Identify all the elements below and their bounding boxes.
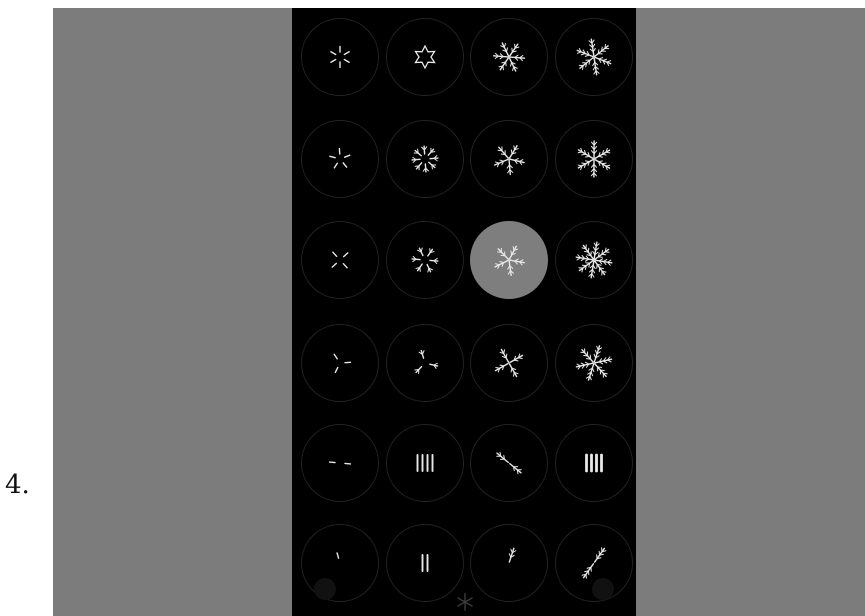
- pattern-button-14[interactable]: [386, 324, 464, 402]
- snowflake-glyph-icon: [575, 241, 613, 279]
- pattern-button-23[interactable]: [470, 524, 548, 602]
- pattern-button-5[interactable]: [301, 120, 379, 198]
- snowflake-glyph-icon: [581, 547, 607, 579]
- snowflake-glyph-icon: [411, 145, 439, 173]
- pattern-button-18[interactable]: [386, 424, 464, 502]
- snowflake-glyph-icon: [414, 349, 439, 375]
- snowflake-glyph-icon: [331, 251, 349, 269]
- phone-screen: [292, 8, 636, 616]
- snowflake-glyph-icon: [494, 145, 525, 176]
- pattern-button-11[interactable]: [470, 221, 548, 299]
- pattern-button-15[interactable]: [470, 324, 548, 402]
- snowflake-icon[interactable]: [456, 593, 474, 611]
- corner-button-left[interactable]: [314, 578, 336, 600]
- snowflake-glyph-icon: [575, 345, 613, 381]
- snowflake-glyph-icon: [585, 453, 603, 473]
- snowflake-glyph-icon: [329, 147, 351, 169]
- pattern-button-8[interactable]: [555, 120, 633, 198]
- snowflake-glyph-icon: [328, 461, 352, 465]
- pattern-button-4[interactable]: [555, 18, 633, 96]
- snowflake-glyph-icon: [577, 140, 611, 178]
- snowflake-glyph-icon: [421, 554, 429, 572]
- corner-button-right[interactable]: [592, 578, 614, 600]
- pattern-button-21[interactable]: [301, 524, 379, 602]
- snowflake-glyph-icon: [333, 353, 352, 374]
- snowflake-glyph-icon: [576, 38, 612, 76]
- pattern-button-13[interactable]: [301, 324, 379, 402]
- pattern-button-22[interactable]: [386, 524, 464, 602]
- pattern-button-19[interactable]: [470, 424, 548, 502]
- pattern-button-1[interactable]: [301, 18, 379, 96]
- snowflake-glyph-icon: [492, 42, 526, 72]
- step-number: 4.: [5, 470, 30, 500]
- snowflake-glyph-icon: [411, 247, 439, 273]
- pattern-button-16[interactable]: [555, 324, 633, 402]
- pattern-button-6[interactable]: [386, 120, 464, 198]
- pattern-button-7[interactable]: [470, 120, 548, 198]
- pattern-button-3[interactable]: [470, 18, 548, 96]
- pattern-button-10[interactable]: [386, 221, 464, 299]
- snowflake-glyph-icon: [494, 348, 524, 378]
- pattern-button-12[interactable]: [555, 221, 633, 299]
- snowflake-glyph-icon: [416, 454, 434, 472]
- snowflake-glyph-icon: [508, 547, 517, 563]
- snowflake-glyph-icon: [494, 245, 525, 277]
- pattern-button-17[interactable]: [301, 424, 379, 502]
- pattern-button-2[interactable]: [386, 18, 464, 96]
- snowflake-glyph-icon: [414, 44, 436, 70]
- snowflake-glyph-icon: [330, 45, 350, 69]
- pattern-button-20[interactable]: [555, 424, 633, 502]
- snowflake-glyph-icon: [496, 451, 522, 475]
- pattern-button-9[interactable]: [301, 221, 379, 299]
- snowflake-glyph-icon: [336, 552, 340, 559]
